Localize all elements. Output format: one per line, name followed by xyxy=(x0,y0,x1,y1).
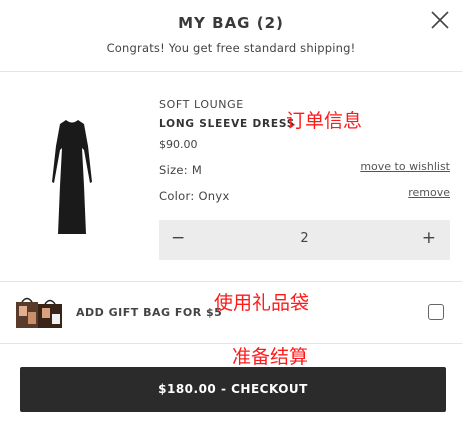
gift-bag-image xyxy=(16,297,62,328)
shipping-message: Congrats! You get free standard shipping… xyxy=(106,41,356,55)
product-size: Size: M xyxy=(159,163,203,177)
order-info-annotation: 订单信息 xyxy=(286,110,363,132)
checkout-annotation: 准备结算 xyxy=(232,346,309,368)
quantity-value[interactable]: 2 xyxy=(159,231,450,246)
bag-header: MY BAG (2) Congrats! You get free standa… xyxy=(0,0,462,72)
product-name[interactable]: LONG SLEEVE DRESS xyxy=(159,118,295,130)
gift-bag-checkbox[interactable] xyxy=(428,304,444,320)
gift-bag-label: ADD GIFT BAG FOR $5 xyxy=(76,306,223,319)
quantity-stepper: − 2 + xyxy=(159,220,450,260)
dress-image[interactable] xyxy=(44,116,100,236)
gift-bag-annotation: 使用礼品袋 xyxy=(214,292,310,314)
product-brand: SOFT LOUNGE xyxy=(159,98,244,111)
cart-item: SOFT LOUNGE LONG SLEEVE DRESS $90.00 Siz… xyxy=(0,72,462,282)
close-icon[interactable] xyxy=(428,8,452,32)
product-price: $90.00 xyxy=(159,138,198,151)
checkout-button[interactable]: $180.00 - CHECKOUT xyxy=(20,367,446,412)
gift-bag-option[interactable]: ADD GIFT BAG FOR $5 使用礼品袋 xyxy=(0,282,462,344)
move-to-wishlist-link[interactable]: move to wishlist xyxy=(360,160,450,173)
remove-link[interactable]: remove xyxy=(408,186,450,199)
bag-title: MY BAG (2) xyxy=(178,14,284,32)
increase-button[interactable]: + xyxy=(422,228,436,248)
product-color: Color: Onyx xyxy=(159,189,230,203)
